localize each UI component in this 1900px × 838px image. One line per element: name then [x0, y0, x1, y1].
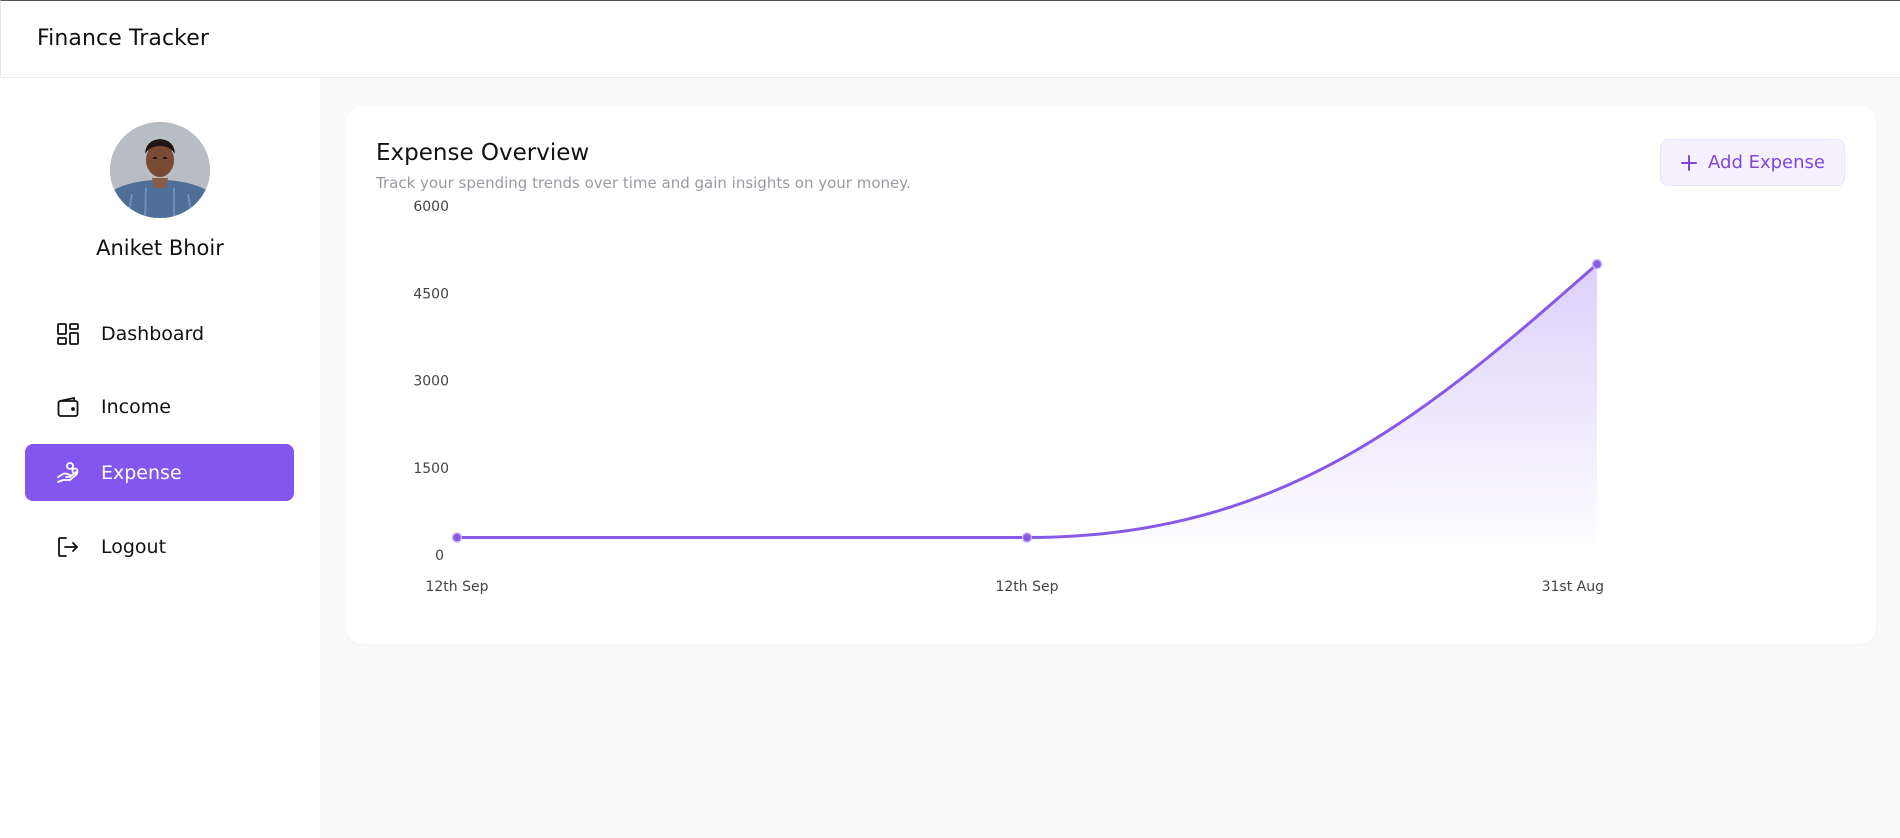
sidebar-item-label: Expense: [101, 461, 182, 484]
y-tick-label: 1500: [413, 461, 449, 477]
logout-icon: [55, 534, 81, 560]
y-tick-label: 0: [435, 548, 444, 564]
dashboard-grid-icon: [55, 321, 81, 347]
sidebar-item-label: Logout: [101, 535, 167, 558]
app-title: Finance Tracker: [37, 26, 210, 51]
hand-coins-icon: [55, 460, 81, 486]
main-content: Expense Overview Track your spending tre…: [320, 78, 1900, 838]
sidebar-item-label: Dashboard: [101, 322, 205, 345]
data-point[interactable]: [451, 532, 463, 543]
sidebar-item-dashboard[interactable]: Dashboard: [25, 305, 294, 362]
area-fill: [457, 264, 1597, 555]
expense-overview-card: Expense Overview Track your spending tre…: [346, 106, 1876, 644]
y-axis: 0 1500 3000 4500 6000: [413, 199, 449, 564]
x-tick-label: 12th Sep: [995, 579, 1058, 595]
sidebar-item-expense[interactable]: Expense: [25, 444, 294, 501]
y-tick-label: 3000: [413, 374, 449, 390]
data-point[interactable]: [1021, 532, 1033, 543]
x-axis: 12th Sep 12th Sep 31st Aug: [425, 579, 1604, 595]
app-root: Finance Tracker Aniket Bhoir Dashboard I…: [0, 0, 1900, 838]
y-tick-label: 4500: [413, 286, 449, 302]
wallet-icon: [55, 394, 81, 420]
x-tick-label: 31st Aug: [1542, 579, 1604, 595]
sidebar-item-logout[interactable]: Logout: [25, 518, 294, 575]
sidebar-item-income[interactable]: Income: [25, 378, 294, 435]
y-tick-label: 6000: [413, 199, 449, 215]
sidebar-item-label: Income: [101, 395, 171, 418]
x-tick-label: 12th Sep: [425, 579, 488, 595]
avatar: [110, 122, 210, 218]
sidebar: Aniket Bhoir Dashboard Income Expense Lo…: [0, 78, 320, 838]
expense-line-chart: 0 1500 3000 4500 6000 12th Sep 12th Sep 31st A…: [413, 199, 1604, 595]
avatar-photo-icon: [110, 122, 210, 218]
data-point[interactable]: [1591, 258, 1603, 270]
user-name: Aniket Bhoir: [96, 236, 224, 260]
top-header: Finance Tracker: [0, 0, 1900, 78]
